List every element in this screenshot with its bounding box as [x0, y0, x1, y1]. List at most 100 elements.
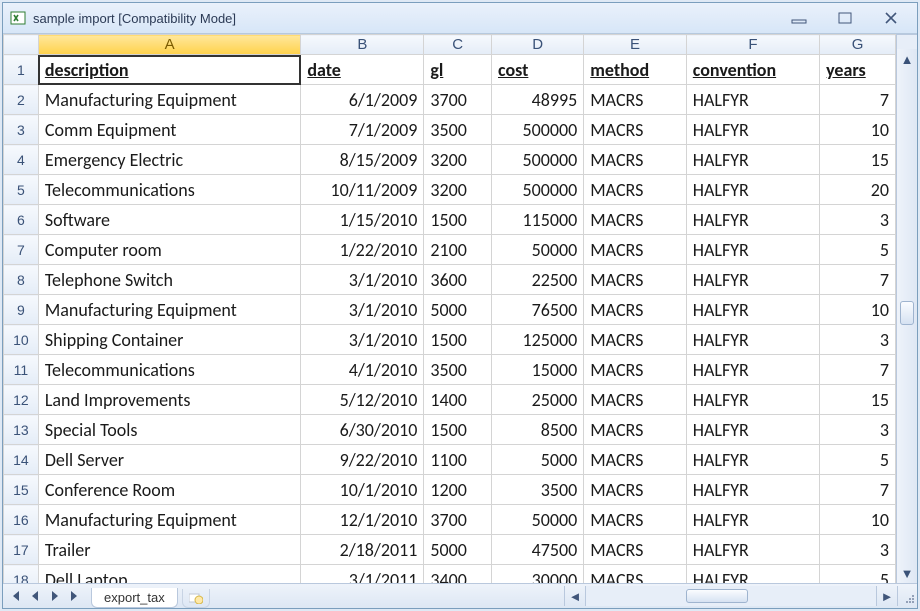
scroll-left-button[interactable]: ◄: [564, 586, 585, 606]
cell[interactable]: Shipping Container: [38, 325, 300, 355]
cell[interactable]: Manufacturing Equipment: [38, 505, 300, 535]
worksheet-grid[interactable]: A B C D E F G 1descriptiondateglcostmeth…: [3, 34, 896, 583]
cell[interactable]: MACRS: [584, 145, 687, 175]
cell[interactable]: Conference Room: [38, 475, 300, 505]
cell[interactable]: HALFYR: [686, 355, 819, 385]
resize-grip[interactable]: [897, 586, 917, 606]
cell[interactable]: 3200: [424, 145, 492, 175]
cell[interactable]: 1100: [424, 445, 492, 475]
cell[interactable]: 1400: [424, 385, 492, 415]
cell[interactable]: Telecommunications: [38, 175, 300, 205]
tab-nav-prev[interactable]: [25, 586, 45, 606]
cell[interactable]: 3: [820, 415, 896, 445]
row-header[interactable]: 4: [4, 145, 39, 175]
cell[interactable]: Special Tools: [38, 415, 300, 445]
horizontal-scroll-thumb[interactable]: [686, 589, 748, 603]
row-header[interactable]: 12: [4, 385, 39, 415]
cell[interactable]: 5: [820, 445, 896, 475]
cell[interactable]: 10: [820, 505, 896, 535]
cell[interactable]: 500000: [492, 175, 584, 205]
cell[interactable]: MACRS: [584, 475, 687, 505]
cell[interactable]: 500000: [492, 115, 584, 145]
tab-nav-next[interactable]: [45, 586, 65, 606]
cell[interactable]: HALFYR: [686, 145, 819, 175]
cell[interactable]: 10: [820, 115, 896, 145]
cell[interactable]: 15: [820, 385, 896, 415]
cell[interactable]: HALFYR: [686, 565, 819, 584]
cell[interactable]: 7/1/2009: [301, 115, 424, 145]
row-header[interactable]: 3: [4, 115, 39, 145]
cell[interactable]: MACRS: [584, 205, 687, 235]
cell[interactable]: Computer room: [38, 235, 300, 265]
cell[interactable]: 12/1/2010: [301, 505, 424, 535]
row-header[interactable]: 17: [4, 535, 39, 565]
cell[interactable]: 7: [820, 355, 896, 385]
row-header[interactable]: 5: [4, 175, 39, 205]
cell[interactable]: HALFYR: [686, 85, 819, 115]
cell[interactable]: 1200: [424, 475, 492, 505]
cell[interactable]: 15: [820, 145, 896, 175]
cell[interactable]: 5/12/2010: [301, 385, 424, 415]
cell[interactable]: 7: [820, 265, 896, 295]
cell[interactable]: MACRS: [584, 85, 687, 115]
cell[interactable]: cost: [492, 55, 584, 85]
cell[interactable]: HALFYR: [686, 115, 819, 145]
cell[interactable]: HALFYR: [686, 475, 819, 505]
cell[interactable]: 8500: [492, 415, 584, 445]
cell[interactable]: HALFYR: [686, 175, 819, 205]
cell[interactable]: 3200: [424, 175, 492, 205]
cell[interactable]: description: [38, 55, 300, 85]
cell[interactable]: 5: [820, 235, 896, 265]
cell[interactable]: Trailer: [38, 535, 300, 565]
cell[interactable]: HALFYR: [686, 445, 819, 475]
vertical-scrollbar[interactable]: ▲ ▼: [896, 34, 917, 583]
cell[interactable]: 115000: [492, 205, 584, 235]
cell[interactable]: Telecommunications: [38, 355, 300, 385]
cell[interactable]: 3700: [424, 85, 492, 115]
cell[interactable]: HALFYR: [686, 295, 819, 325]
split-handle-top[interactable]: [897, 34, 917, 49]
cell[interactable]: 3: [820, 325, 896, 355]
cell[interactable]: gl: [424, 55, 492, 85]
cell[interactable]: 22500: [492, 265, 584, 295]
cell[interactable]: 6/30/2010: [301, 415, 424, 445]
cell[interactable]: 1/15/2010: [301, 205, 424, 235]
column-header-D[interactable]: D: [492, 35, 584, 55]
cell[interactable]: Telephone Switch: [38, 265, 300, 295]
vertical-scroll-track[interactable]: [897, 69, 917, 563]
column-header-A[interactable]: A: [38, 35, 300, 55]
cell[interactable]: MACRS: [584, 535, 687, 565]
cell[interactable]: 10/1/2010: [301, 475, 424, 505]
cell[interactable]: MACRS: [584, 235, 687, 265]
cell[interactable]: 3: [820, 205, 896, 235]
cell[interactable]: Software: [38, 205, 300, 235]
cell[interactable]: 3500: [492, 475, 584, 505]
column-header-C[interactable]: C: [424, 35, 492, 55]
cell[interactable]: Dell Laptop: [38, 565, 300, 584]
row-header[interactable]: 15: [4, 475, 39, 505]
cell[interactable]: HALFYR: [686, 535, 819, 565]
cell[interactable]: 1500: [424, 205, 492, 235]
cell[interactable]: 5000: [424, 535, 492, 565]
cell[interactable]: HALFYR: [686, 415, 819, 445]
tab-nav-first[interactable]: [5, 586, 25, 606]
cell[interactable]: 1500: [424, 325, 492, 355]
row-header[interactable]: 9: [4, 295, 39, 325]
cell[interactable]: 4/1/2010: [301, 355, 424, 385]
row-header[interactable]: 2: [4, 85, 39, 115]
cell[interactable]: HALFYR: [686, 265, 819, 295]
cell[interactable]: 5: [820, 565, 896, 584]
cell[interactable]: HALFYR: [686, 235, 819, 265]
horizontal-scroll-track[interactable]: [585, 586, 876, 606]
cell[interactable]: 7: [820, 85, 896, 115]
cell[interactable]: 3/1/2010: [301, 265, 424, 295]
cell[interactable]: 30000: [492, 565, 584, 584]
cell[interactable]: Manufacturing Equipment: [38, 295, 300, 325]
horizontal-scrollbar[interactable]: ◄ ►: [564, 584, 917, 608]
column-header-G[interactable]: G: [820, 35, 896, 55]
cell[interactable]: 7: [820, 475, 896, 505]
cell[interactable]: 125000: [492, 325, 584, 355]
cell[interactable]: 25000: [492, 385, 584, 415]
row-header[interactable]: 14: [4, 445, 39, 475]
cell[interactable]: 2100: [424, 235, 492, 265]
